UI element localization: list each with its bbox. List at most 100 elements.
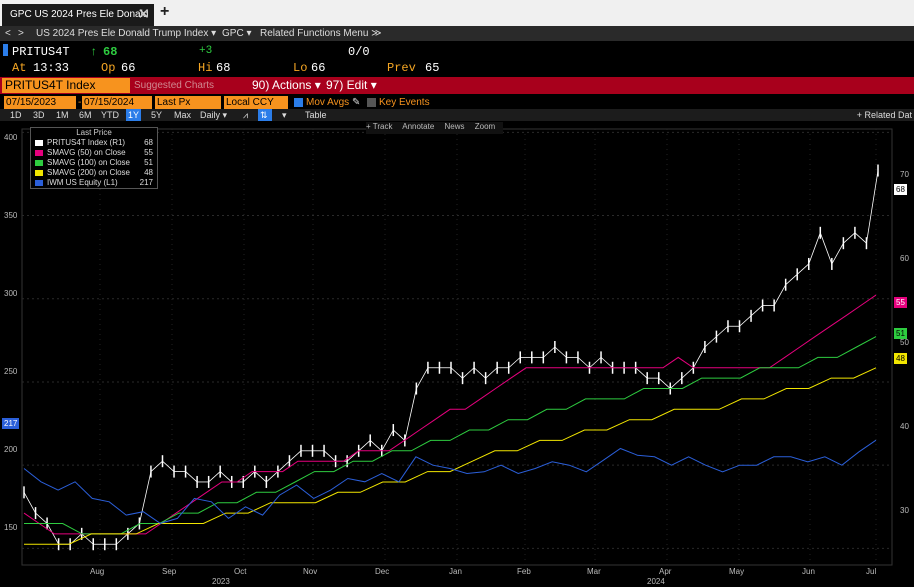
- pencil-icon[interactable]: ✎: [352, 96, 360, 109]
- range-max[interactable]: Max: [174, 109, 191, 121]
- back-icon[interactable]: <: [5, 26, 11, 41]
- price-line-segment: [485, 367, 498, 379]
- low-label: Lo: [293, 61, 308, 75]
- x-axis-tick: Aug: [90, 567, 105, 576]
- sma100-value-badge: 51: [894, 328, 907, 339]
- actions-menu[interactable]: 90) Actions ▾: [252, 77, 321, 94]
- x-axis-tick: Jun: [802, 567, 815, 576]
- price-line-segment: [277, 460, 290, 472]
- price-type-field[interactable]: Last Px: [155, 96, 221, 109]
- price-line-segment: [854, 232, 867, 244]
- prev-value: 65: [425, 61, 440, 75]
- price-line-segment: [369, 440, 383, 452]
- price-line-segment: [381, 429, 394, 452]
- price-line-segment: [289, 450, 302, 462]
- range-1y[interactable]: 1Y: [126, 109, 142, 121]
- tab-gpc[interactable]: GPC US 2024 Pres Ele Donald ✕: [2, 4, 154, 26]
- news-tool[interactable]: News: [445, 122, 465, 131]
- bar-type-icon[interactable]: ⇅: [258, 109, 272, 121]
- price-line-segment: [866, 170, 879, 244]
- price-line-segment: [404, 388, 417, 441]
- key-events-checkbox[interactable]: [367, 98, 376, 107]
- price-line-segment: [416, 367, 429, 389]
- tab-bar: GPC US 2024 Pres Ele Donald ✕ +: [0, 0, 914, 26]
- price-line-segment: [796, 263, 810, 275]
- sma200-value-badge: 48: [894, 353, 907, 364]
- price-line-segment: [658, 377, 671, 389]
- legend-label: IWM US Equity (L1): [47, 178, 118, 187]
- price-line-segment: [785, 274, 798, 286]
- price-line-segment: [266, 471, 279, 483]
- legend-item: IWM US Equity (L1) 217: [31, 178, 157, 188]
- ticker: PRITUS4T: [12, 45, 70, 59]
- legend-value: 55: [144, 148, 153, 157]
- left-axis-tick: 150: [4, 523, 18, 532]
- price-line-segment: [543, 346, 556, 358]
- price-line-segment: [162, 460, 175, 472]
- range-ytd[interactable]: YTD: [101, 109, 119, 121]
- bid-ask-size: 0/0: [348, 45, 370, 59]
- legend-swatch: [35, 140, 43, 146]
- forward-icon[interactable]: >: [18, 26, 24, 41]
- price-line-segment: [554, 346, 567, 358]
- price-line-segment: [704, 336, 717, 348]
- legend-item: SMAVG (50) on Close 55: [31, 148, 157, 158]
- period-select[interactable]: Daily ▾: [200, 109, 227, 121]
- security-field[interactable]: PRITUS4T Index: [2, 78, 130, 93]
- chart-type-icon[interactable]: ⩘: [243, 109, 248, 121]
- start-date-field[interactable]: 07/15/2023: [4, 96, 76, 109]
- mov-avgs-label: Mov Avgs: [306, 97, 350, 108]
- related-functions-menu[interactable]: Related Functions Menu ≫: [260, 26, 382, 41]
- time-value: 13:33: [33, 61, 70, 75]
- range-6m[interactable]: 6M: [79, 109, 92, 121]
- x-axis-tick: Apr: [659, 567, 672, 576]
- legend-item: SMAVG (200) on Close 48: [31, 168, 157, 178]
- range-1m[interactable]: 1M: [56, 109, 69, 121]
- price-chart[interactable]: [0, 121, 914, 587]
- range-1d[interactable]: 1D: [10, 109, 22, 121]
- track-tool[interactable]: + Track: [366, 122, 392, 131]
- zoom-tool[interactable]: Zoom: [475, 122, 495, 131]
- range-3d[interactable]: 3D: [33, 109, 45, 121]
- left-axis-tick: 200: [4, 445, 18, 454]
- add-tab-button[interactable]: +: [160, 3, 169, 21]
- x-axis-tick: Dec: [375, 567, 390, 576]
- series-line-smavg: [24, 336, 877, 535]
- price-line-segment: [773, 284, 787, 306]
- price-value-badge: 68: [894, 184, 907, 195]
- mov-avgs-checkbox[interactable]: [294, 98, 303, 107]
- price-line-segment: [23, 492, 36, 514]
- currency-field[interactable]: Local CCY: [224, 96, 288, 109]
- function-menu[interactable]: GPC ▾: [222, 26, 251, 41]
- high-label: Hi: [198, 61, 213, 75]
- chart-legend: Last Price PRITUS4T Index (R1) 68 SMAVG …: [30, 127, 158, 189]
- left-axis-tick: 300: [4, 289, 18, 298]
- suggested-charts-button[interactable]: Suggested Charts: [134, 77, 214, 94]
- price-line-segment: [116, 533, 129, 545]
- legend-item: PRITUS4T Index (R1) 68: [31, 138, 157, 148]
- price-line-segment: [739, 315, 752, 327]
- price-line-segment: [716, 325, 729, 337]
- range-5y[interactable]: 5Y: [151, 109, 162, 121]
- table-button[interactable]: Table: [305, 109, 327, 121]
- net-change: +3: [199, 45, 213, 57]
- price-line-segment: [219, 471, 232, 483]
- close-icon[interactable]: ✕: [137, 4, 150, 26]
- legend-swatch: [35, 150, 43, 156]
- price-line-segment: [819, 232, 833, 265]
- chart-area[interactable]: + Track Annotate News Zoom Last Price PR…: [0, 121, 914, 587]
- settings-chevron-icon[interactable]: ▾: [282, 109, 287, 121]
- price-line-segment: [808, 232, 821, 265]
- prev-label: Prev: [387, 61, 416, 75]
- legend-item: SMAVG (100) on Close 51: [31, 158, 157, 168]
- series-line-iwm: [23, 439, 877, 524]
- annotate-tool[interactable]: Annotate: [402, 122, 434, 131]
- breadcrumb[interactable]: US 2024 Pres Ele Donald Trump Index ▾: [36, 26, 216, 41]
- iwm-value-badge: 217: [2, 418, 20, 429]
- end-date-field[interactable]: 07/15/2024: [82, 96, 152, 109]
- edit-menu[interactable]: 97) Edit ▾: [326, 77, 377, 94]
- right-axis-tick: 40: [900, 422, 909, 431]
- price-line-segment: [254, 471, 267, 483]
- related-data-button[interactable]: + Related Dat: [857, 109, 912, 121]
- left-axis-tick: 400: [4, 133, 18, 142]
